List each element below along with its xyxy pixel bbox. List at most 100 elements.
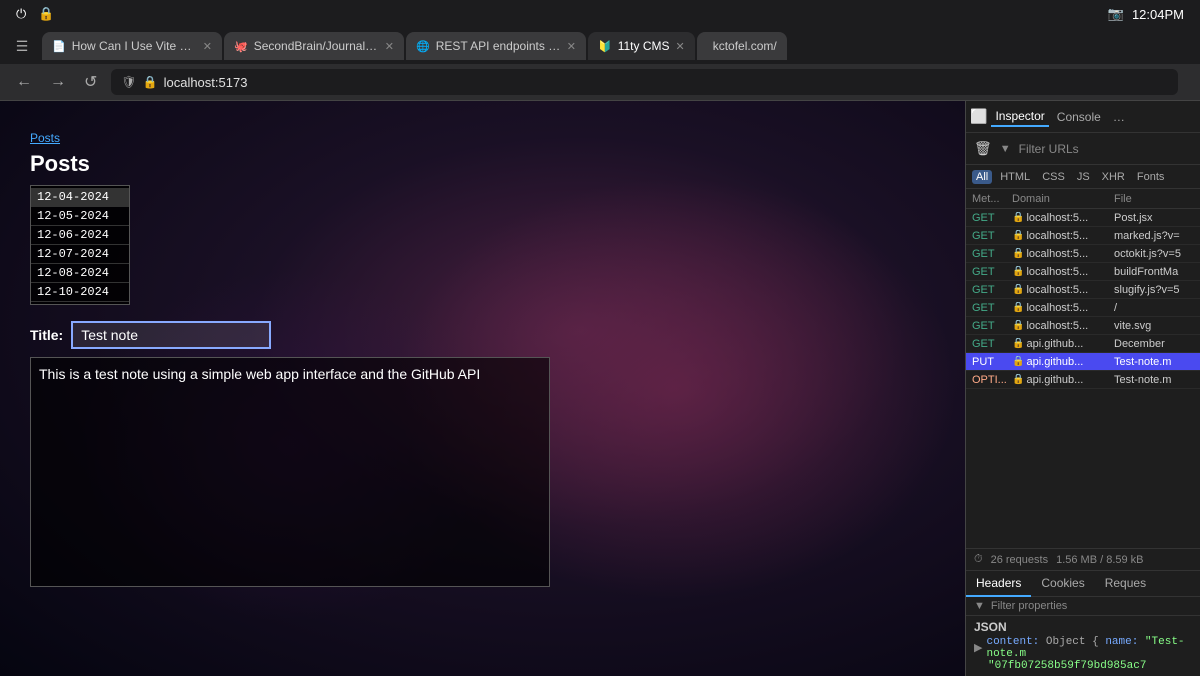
- json-label: JSON: [974, 620, 1192, 634]
- request-method: GET: [972, 212, 1012, 224]
- request-method: OPTI...: [972, 374, 1012, 386]
- tab-close-icon[interactable]: ✕: [385, 40, 394, 53]
- tab-close-icon[interactable]: ✕: [567, 40, 576, 53]
- network-tab-js[interactable]: JS: [1073, 170, 1094, 184]
- browser-tab-tab3[interactable]: 🌐 REST API endpoints for r ✕: [406, 32, 586, 60]
- tab-title: 11ty CMS: [618, 39, 670, 53]
- back-button[interactable]: ←: [12, 71, 36, 93]
- tab-title: REST API endpoints for r: [436, 39, 561, 53]
- network-row[interactable]: PUT 🔒 api.github... Test-note.m: [966, 353, 1200, 371]
- lock-icon: 🔒: [1012, 338, 1024, 349]
- tab-favicon: 🐙: [234, 40, 248, 53]
- filter-properties-bar: ▼ Filter properties: [966, 597, 1200, 616]
- os-bar: ⏻ 🔒 📷 12:04PM: [0, 0, 1200, 28]
- network-row[interactable]: GET 🔒 localhost:5... Post.jsx: [966, 209, 1200, 227]
- detail-tab-cookies[interactable]: Cookies: [1031, 571, 1094, 597]
- request-domain: 🔒 localhost:5...: [1012, 248, 1114, 260]
- os-bar-right: 📷 12:04PM: [1108, 6, 1184, 22]
- tab-favicon: 📄: [52, 40, 66, 53]
- expand-arrow-icon[interactable]: ▶: [974, 641, 982, 655]
- file-column-header: File: [1114, 193, 1194, 205]
- request-file: /: [1114, 302, 1194, 314]
- filter-urls-label[interactable]: Filter URLs: [1019, 142, 1079, 156]
- request-file: octokit.js?v=5: [1114, 248, 1194, 260]
- url-bar[interactable]: 🛡 🔒 localhost:5173: [111, 69, 1178, 95]
- network-tab-all[interactable]: All: [972, 170, 992, 184]
- request-method: GET: [972, 230, 1012, 242]
- post-item[interactable]: 12-08-2024: [31, 264, 129, 283]
- post-item[interactable]: 12-04-2024: [31, 188, 129, 207]
- network-row[interactable]: GET 🔒 localhost:5... buildFrontMa: [966, 263, 1200, 281]
- lock-icon: 🔒: [1012, 266, 1024, 277]
- request-file: buildFrontMa: [1114, 266, 1194, 278]
- browser-tab-tab1[interactable]: 📄 How Can I Use Vite Env V ✕: [42, 32, 222, 60]
- browser-tab-tab2[interactable]: 🐙 SecondBrain/Journal/202 ✕: [224, 32, 404, 60]
- filter-props-icon: ▼: [974, 600, 985, 612]
- requests-count: 26 requests: [991, 554, 1048, 566]
- breadcrumb[interactable]: Posts: [30, 131, 550, 145]
- json-content-line1: content: Object { name: "Test-note.m: [986, 636, 1192, 660]
- filter-props-label[interactable]: Filter properties: [991, 600, 1067, 612]
- trash-icon[interactable]: 🗑: [974, 140, 992, 157]
- shield-icon: 🛡: [121, 75, 136, 89]
- lock-icon: 🔒: [1012, 284, 1024, 295]
- request-method: GET: [972, 320, 1012, 332]
- lock-icon: 🔒: [1012, 356, 1024, 367]
- title-input[interactable]: [71, 321, 271, 349]
- power-icon[interactable]: ⏻: [16, 6, 26, 22]
- title-label: Title:: [30, 327, 63, 343]
- browser-tab-tab5[interactable]: kctofel.com/: [697, 32, 787, 60]
- tab-close-icon[interactable]: ✕: [676, 40, 685, 53]
- tab-close-icon[interactable]: ✕: [203, 40, 212, 53]
- post-item[interactable]: 12-05-2024: [31, 207, 129, 226]
- tab-title: kctofel.com/: [713, 39, 777, 53]
- json-content-line2: "07fb07258b59f79bd985ac7: [974, 660, 1192, 672]
- posts-list: 12-04-202412-05-202412-06-202412-07-2024…: [30, 185, 130, 305]
- network-row[interactable]: GET 🔒 localhost:5... marked.js?v=: [966, 227, 1200, 245]
- network-row[interactable]: GET 🔒 localhost:5... octokit.js?v=5: [966, 245, 1200, 263]
- filter-icon: ▼: [1000, 143, 1011, 155]
- request-domain: 🔒 localhost:5...: [1012, 302, 1114, 314]
- detail-tabs: HeadersCookiesReques: [966, 571, 1200, 597]
- request-domain: 🔒 localhost:5...: [1012, 320, 1114, 332]
- form-area: Title:: [30, 321, 550, 590]
- post-item[interactable]: 12-07-2024: [31, 245, 129, 264]
- network-tab-css[interactable]: CSS: [1038, 170, 1069, 184]
- detail-tab-headers[interactable]: Headers: [966, 571, 1031, 597]
- more-devtools-icon[interactable]: …: [1109, 108, 1129, 126]
- transfer-size: 1.56 MB / 8.59 kB: [1056, 554, 1143, 566]
- request-method: GET: [972, 248, 1012, 260]
- sidebar-toggle[interactable]: ☰: [8, 32, 36, 60]
- tab-title: SecondBrain/Journal/202: [254, 39, 379, 53]
- json-expand-row[interactable]: ▶ content: Object { name: "Test-note.m: [974, 636, 1192, 660]
- network-row[interactable]: GET 🔒 localhost:5... vite.svg: [966, 317, 1200, 335]
- request-file: marked.js?v=: [1114, 230, 1194, 242]
- network-tab-xhr[interactable]: XHR: [1098, 170, 1129, 184]
- devtools-inspect-icon[interactable]: ⬜: [970, 108, 987, 125]
- request-domain: 🔒 api.github...: [1012, 356, 1114, 368]
- request-file: Post.jsx: [1114, 212, 1194, 224]
- network-row[interactable]: GET 🔒 localhost:5... slugify.js?v=5: [966, 281, 1200, 299]
- network-tab-html[interactable]: HTML: [996, 170, 1034, 184]
- refresh-button[interactable]: ↺: [80, 70, 101, 94]
- network-row[interactable]: GET 🔒 api.github... December: [966, 335, 1200, 353]
- lock-icon: 🔒: [1012, 248, 1024, 259]
- browser-tab-tab4[interactable]: 🔰 11ty CMS ✕: [588, 32, 695, 60]
- clock-icon: ⏱: [974, 553, 983, 566]
- network-row[interactable]: GET 🔒 localhost:5... /: [966, 299, 1200, 317]
- console-tab[interactable]: Console: [1053, 108, 1105, 126]
- lock-icon[interactable]: 🔒: [38, 6, 54, 22]
- request-domain: 🔒 api.github...: [1012, 338, 1114, 350]
- lock-icon: 🔒: [1012, 374, 1024, 385]
- request-domain: 🔒 localhost:5...: [1012, 230, 1114, 242]
- content-textarea[interactable]: [30, 357, 550, 587]
- request-domain: 🔒 localhost:5...: [1012, 284, 1114, 296]
- forward-button[interactable]: →: [46, 71, 70, 93]
- post-item[interactable]: 12-10-2024: [31, 283, 129, 302]
- detail-tab-reques[interactable]: Reques: [1095, 571, 1156, 597]
- network-row[interactable]: OPTI... 🔒 api.github... Test-note.m: [966, 371, 1200, 389]
- post-item[interactable]: 12-06-2024: [31, 226, 129, 245]
- title-row: Title:: [30, 321, 550, 349]
- network-tab-fonts[interactable]: Fonts: [1133, 170, 1169, 184]
- inspector-tab[interactable]: Inspector: [991, 107, 1048, 127]
